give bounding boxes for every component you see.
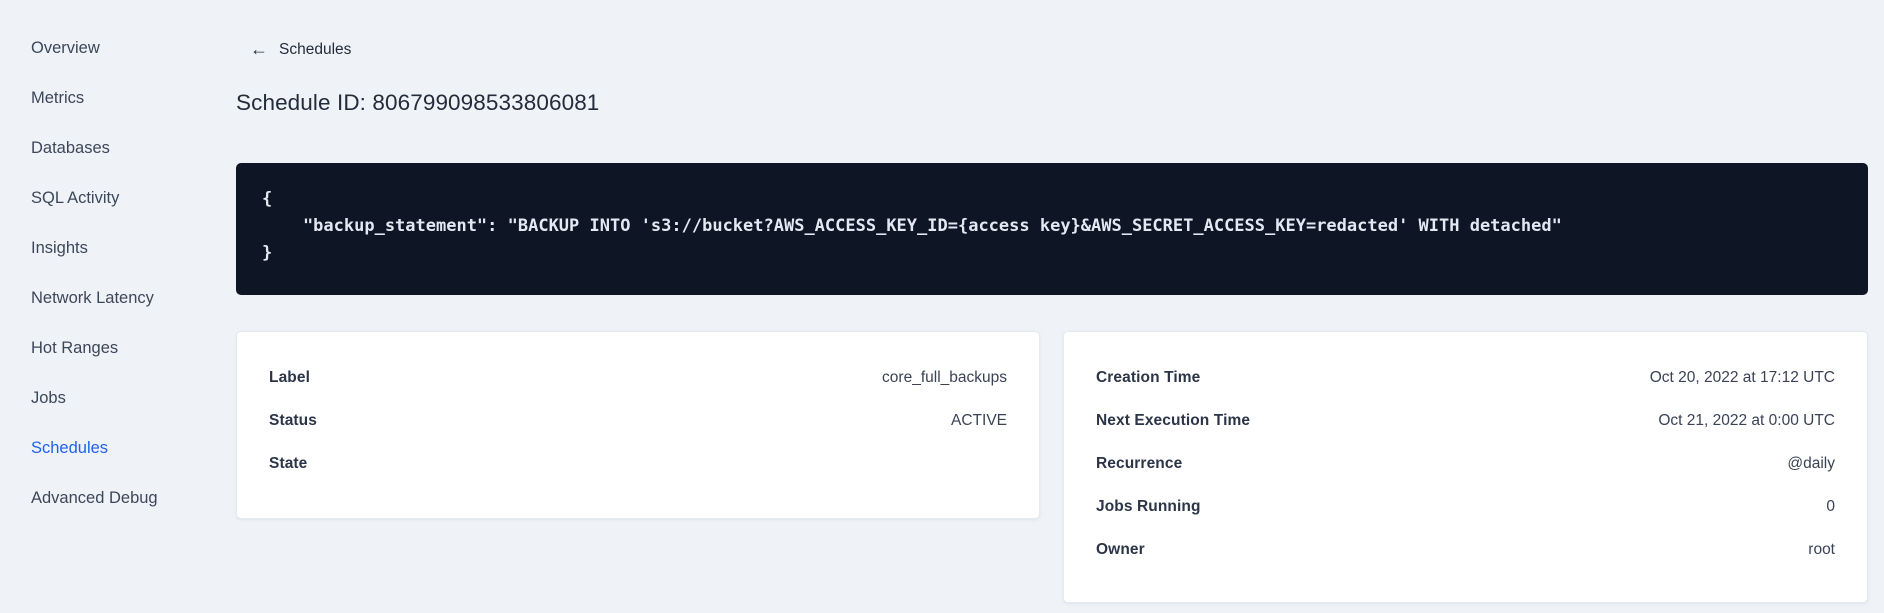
sidebar-item-label: Jobs [31,388,66,407]
detail-row: Owner root [1096,528,1835,571]
detail-value: root [1808,540,1835,558]
detail-label: Jobs Running [1096,497,1201,515]
detail-value: 0 [1826,497,1835,515]
sidebar-item[interactable]: Overview [0,23,200,73]
detail-label: Owner [1096,540,1145,558]
sidebar-nav: Overview Metrics Databases SQL Activity … [0,0,200,613]
sidebar-item[interactable]: Databases [0,123,200,173]
sidebar-item[interactable]: Network Latency [0,273,200,323]
sidebar-item[interactable]: Schedules [0,423,200,473]
schedule-summary-card: Label core_full_backups Status ACTIVE St… [236,331,1040,519]
detail-value: ACTIVE [951,411,1007,429]
detail-value: Oct 20, 2022 at 17:12 UTC [1649,368,1835,386]
back-link-label: Schedules [279,41,352,58]
sidebar-item-label: Advanced Debug [31,488,158,507]
detail-row: Next Execution Time Oct 21, 2022 at 0:00… [1096,399,1835,442]
detail-label: Label [269,368,310,386]
sidebar-item-list: Overview Metrics Databases SQL Activity … [0,23,200,523]
detail-label: State [269,454,308,472]
detail-value: @daily [1787,454,1835,472]
back-to-schedules-link[interactable]: ← Schedules [250,39,352,59]
schedule-timing-card: Creation Time Oct 20, 2022 at 17:12 UTC … [1063,331,1868,603]
detail-label: Next Execution Time [1096,411,1251,429]
sidebar-item[interactable]: Hot Ranges [0,323,200,373]
detail-value: core_full_backups [882,368,1007,386]
page-title: Schedule ID: 806799098533806081 [236,90,600,115]
sidebar-item[interactable]: Metrics [0,73,200,123]
detail-row: Recurrence @daily [1096,442,1835,485]
sidebar-item[interactable]: Insights [0,223,200,273]
detail-label: Recurrence [1096,454,1183,472]
detail-row: Jobs Running 0 [1096,485,1835,528]
sidebar-item-label: Hot Ranges [31,338,119,357]
sidebar-item[interactable]: Jobs [0,373,200,423]
detail-label: Creation Time [1096,368,1201,386]
sidebar-item-label: Network Latency [31,288,154,307]
detail-row: Status ACTIVE [269,399,1007,442]
sidebar-item-label: Metrics [31,88,85,107]
detail-row: Creation Time Oct 20, 2022 at 17:12 UTC [1096,356,1835,399]
sidebar-item-label: Overview [31,38,100,57]
detail-value: Oct 21, 2022 at 0:00 UTC [1658,411,1835,429]
sidebar-item[interactable]: SQL Activity [0,173,200,223]
schedule-statement-code-block: { "backup_statement": "BACKUP INTO 's3:/… [236,163,1868,295]
schedule-statement-code: { "backup_statement": "BACKUP INTO 's3:/… [262,189,1562,263]
sidebar-item-label: SQL Activity [31,188,120,207]
sidebar-item-label: Schedules [31,438,109,457]
sidebar-item-label: Databases [31,138,110,157]
detail-label: Status [269,411,317,429]
sidebar-item[interactable]: Advanced Debug [0,473,200,523]
back-arrow-icon: ← [250,39,268,59]
sidebar-item-label: Insights [31,238,88,257]
detail-row: State [269,442,1007,485]
detail-row: Label core_full_backups [269,356,1007,399]
